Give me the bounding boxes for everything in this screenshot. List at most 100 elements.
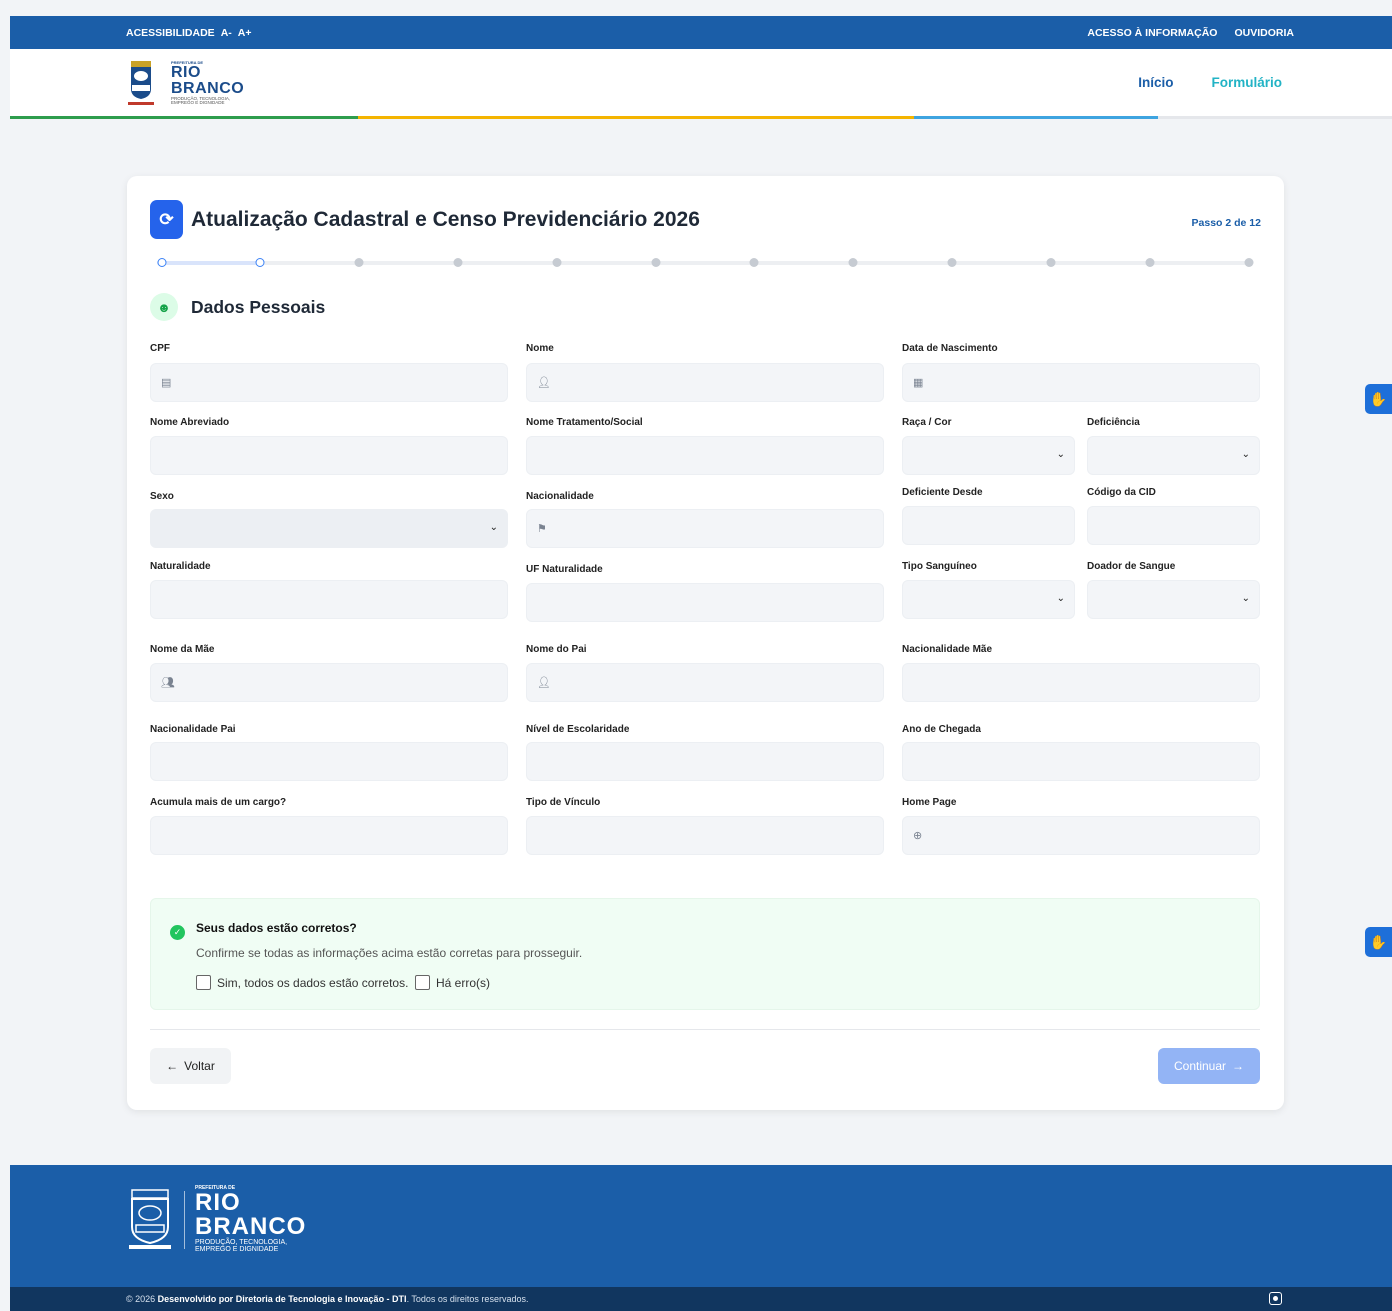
crest-icon <box>126 1187 174 1253</box>
progress-step-dot <box>255 258 265 267</box>
has-errors-checkbox[interactable] <box>415 975 430 990</box>
progress-step-dot <box>354 258 364 267</box>
logo-tagline2: EMPREGO E DIGNIDADE <box>171 100 225 105</box>
has-errors-label: Há erro(s) <box>436 975 491 990</box>
chevron-down-icon: ⌄ <box>1056 449 1065 460</box>
blood-donor-select[interactable]: ⌄ <box>1087 580 1260 619</box>
birthplace-field[interactable] <box>150 580 508 619</box>
cid-code-label: Código da CID <box>1087 487 1156 498</box>
disabled-since-label: Deficiente Desde <box>902 487 983 498</box>
font-increase-button[interactable]: A+ <box>238 27 252 39</box>
calendar-icon: ▦ <box>913 377 924 389</box>
bond-type-field[interactable] <box>526 816 884 855</box>
mother-name-field[interactable]: 👥︎ <box>150 663 508 702</box>
nav-form-link[interactable]: Formulário <box>1211 75 1282 90</box>
cpf-field[interactable]: ▤ <box>150 363 508 402</box>
instagram-icon[interactable] <box>1269 1292 1282 1305</box>
progress-step-dot <box>1244 258 1253 267</box>
chevron-down-icon: ⌄ <box>1241 449 1250 460</box>
arrival-year-label: Ano de Chegada <box>902 724 981 735</box>
confirmation-description: Confirme se todas as informações acima e… <box>196 946 583 960</box>
chevron-down-icon: ⌄ <box>1241 593 1250 604</box>
birth-date-field[interactable]: ▦ <box>902 363 1260 402</box>
footer-logo-line1: RIO <box>195 1189 241 1216</box>
cpf-label: CPF <box>150 343 170 354</box>
color-stripe <box>10 116 1392 119</box>
disabled-since-field[interactable] <box>902 506 1075 545</box>
birthplace-label: Naturalidade <box>150 561 211 572</box>
father-name-label: Nome do Pai <box>526 644 587 655</box>
rights-text: . Todos os direitos reservados. <box>406 1294 529 1304</box>
main-nav: Início Formulário <box>1138 75 1282 90</box>
blood-type-label: Tipo Sanguíneo <box>902 561 977 572</box>
accessibility-label: ACESSIBILIDADE <box>126 27 215 39</box>
top-bar: ACESSIBILIDADE A- A+ ACESSO À INFORMAÇÃO… <box>10 16 1392 49</box>
short-name-field[interactable] <box>150 436 508 475</box>
social-name-field[interactable] <box>526 436 884 475</box>
progress-step-dot <box>1046 258 1056 267</box>
education-field[interactable] <box>526 742 884 781</box>
blood-donor-label: Doador de Sangue <box>1087 561 1176 572</box>
ombudsman-link[interactable]: OUVIDORIA <box>1234 27 1294 39</box>
confirmation-box: ✓ Seus dados estão corretos? Confirme se… <box>150 898 1260 1010</box>
footer-logo-tagline1: PRODUÇÃO, TECNOLOGIA, <box>195 1239 288 1246</box>
font-decrease-button[interactable]: A- <box>221 27 232 39</box>
progress-step-dot <box>848 258 858 267</box>
continue-button-label: Continuar <box>1173 1059 1227 1073</box>
arrival-year-field[interactable] <box>902 742 1260 781</box>
sync-icon: ⟳ <box>150 200 183 239</box>
user-circle-icon: ☻ <box>150 293 178 321</box>
progress-step-dot <box>157 258 166 267</box>
id-card-icon: ▤ <box>161 377 172 389</box>
section-title: Dados Pessoais <box>191 297 326 317</box>
footer-logo-line2: BRANCO <box>195 1213 307 1240</box>
copyright-bar: © 2026 Desenvolvido por Diretoria de Tec… <box>10 1287 1392 1311</box>
social-name-label: Nome Tratamento/Social <box>526 417 643 428</box>
blood-type-select[interactable]: ⌄ <box>902 580 1075 619</box>
copyright-year: © 2026 <box>126 1294 156 1304</box>
step-indicator: Passo 2 de 12 <box>1191 217 1261 229</box>
back-button[interactable]: ← Voltar <box>150 1048 231 1084</box>
father-nationality-field[interactable] <box>150 742 508 781</box>
birthplace-uf-field[interactable] <box>526 583 884 622</box>
continue-button[interactable]: Continuar → <box>1158 1048 1260 1084</box>
sex-label: Sexo <box>150 491 174 502</box>
sign-language-icon[interactable]: ✋ <box>1365 384 1392 414</box>
chevron-down-icon: ⌄ <box>489 522 498 533</box>
globe-icon: ⊕ <box>913 830 923 842</box>
data-correct-label: Sim, todos os dados estão corretos. <box>217 975 409 990</box>
progress-bar <box>157 258 1253 267</box>
nationality-label: Nacionalidade <box>526 491 594 502</box>
race-select[interactable]: ⌄ <box>902 436 1075 475</box>
user-icon: 👤︎ <box>537 377 551 389</box>
education-label: Nível de Escolaridade <box>526 724 630 735</box>
has-errors-option[interactable]: Há erro(s) <box>415 975 490 990</box>
progress-step-dot <box>552 258 562 267</box>
mother-nationality-field[interactable] <box>902 663 1260 702</box>
race-label: Raça / Cor <box>902 417 952 428</box>
birthplace-uf-label: UF Naturalidade <box>526 564 603 575</box>
nationality-field[interactable]: ⚑ <box>526 509 884 548</box>
confirmation-question: Seus dados estão corretos? <box>196 921 357 935</box>
data-correct-checkbox[interactable] <box>196 975 211 990</box>
chevron-down-icon: ⌄ <box>1056 593 1065 604</box>
multiple-jobs-field[interactable] <box>150 816 508 855</box>
data-correct-option[interactable]: Sim, todos os dados estão corretos. <box>196 975 408 990</box>
cid-code-field[interactable] <box>1087 506 1260 545</box>
father-name-field[interactable]: 👤︎ <box>526 663 884 702</box>
check-circle-icon: ✓ <box>170 925 185 940</box>
sign-language-icon[interactable]: ✋ <box>1365 927 1392 957</box>
arrow-left-icon: ← <box>166 1059 179 1073</box>
mother-nationality-label: Nacionalidade Mãe <box>902 644 993 655</box>
logo[interactable]: PREFEITURA DE RIO BRANCO PRODUÇÃO, TECNO… <box>126 58 244 108</box>
info-access-link[interactable]: ACESSO À INFORMAÇÃO <box>1087 27 1217 39</box>
progress-step-dot <box>749 258 759 267</box>
nav-home-link[interactable]: Início <box>1138 75 1173 90</box>
sex-select[interactable]: ⌄ <box>150 509 508 548</box>
home-page-field[interactable]: ⊕ <box>902 816 1260 855</box>
flag-icon: ⚑ <box>537 523 547 535</box>
name-field[interactable]: 👤︎ <box>526 363 884 402</box>
disability-select[interactable]: ⌄ <box>1087 436 1260 475</box>
disability-label: Deficiência <box>1087 417 1140 428</box>
logo-line1: RIO <box>171 63 201 81</box>
